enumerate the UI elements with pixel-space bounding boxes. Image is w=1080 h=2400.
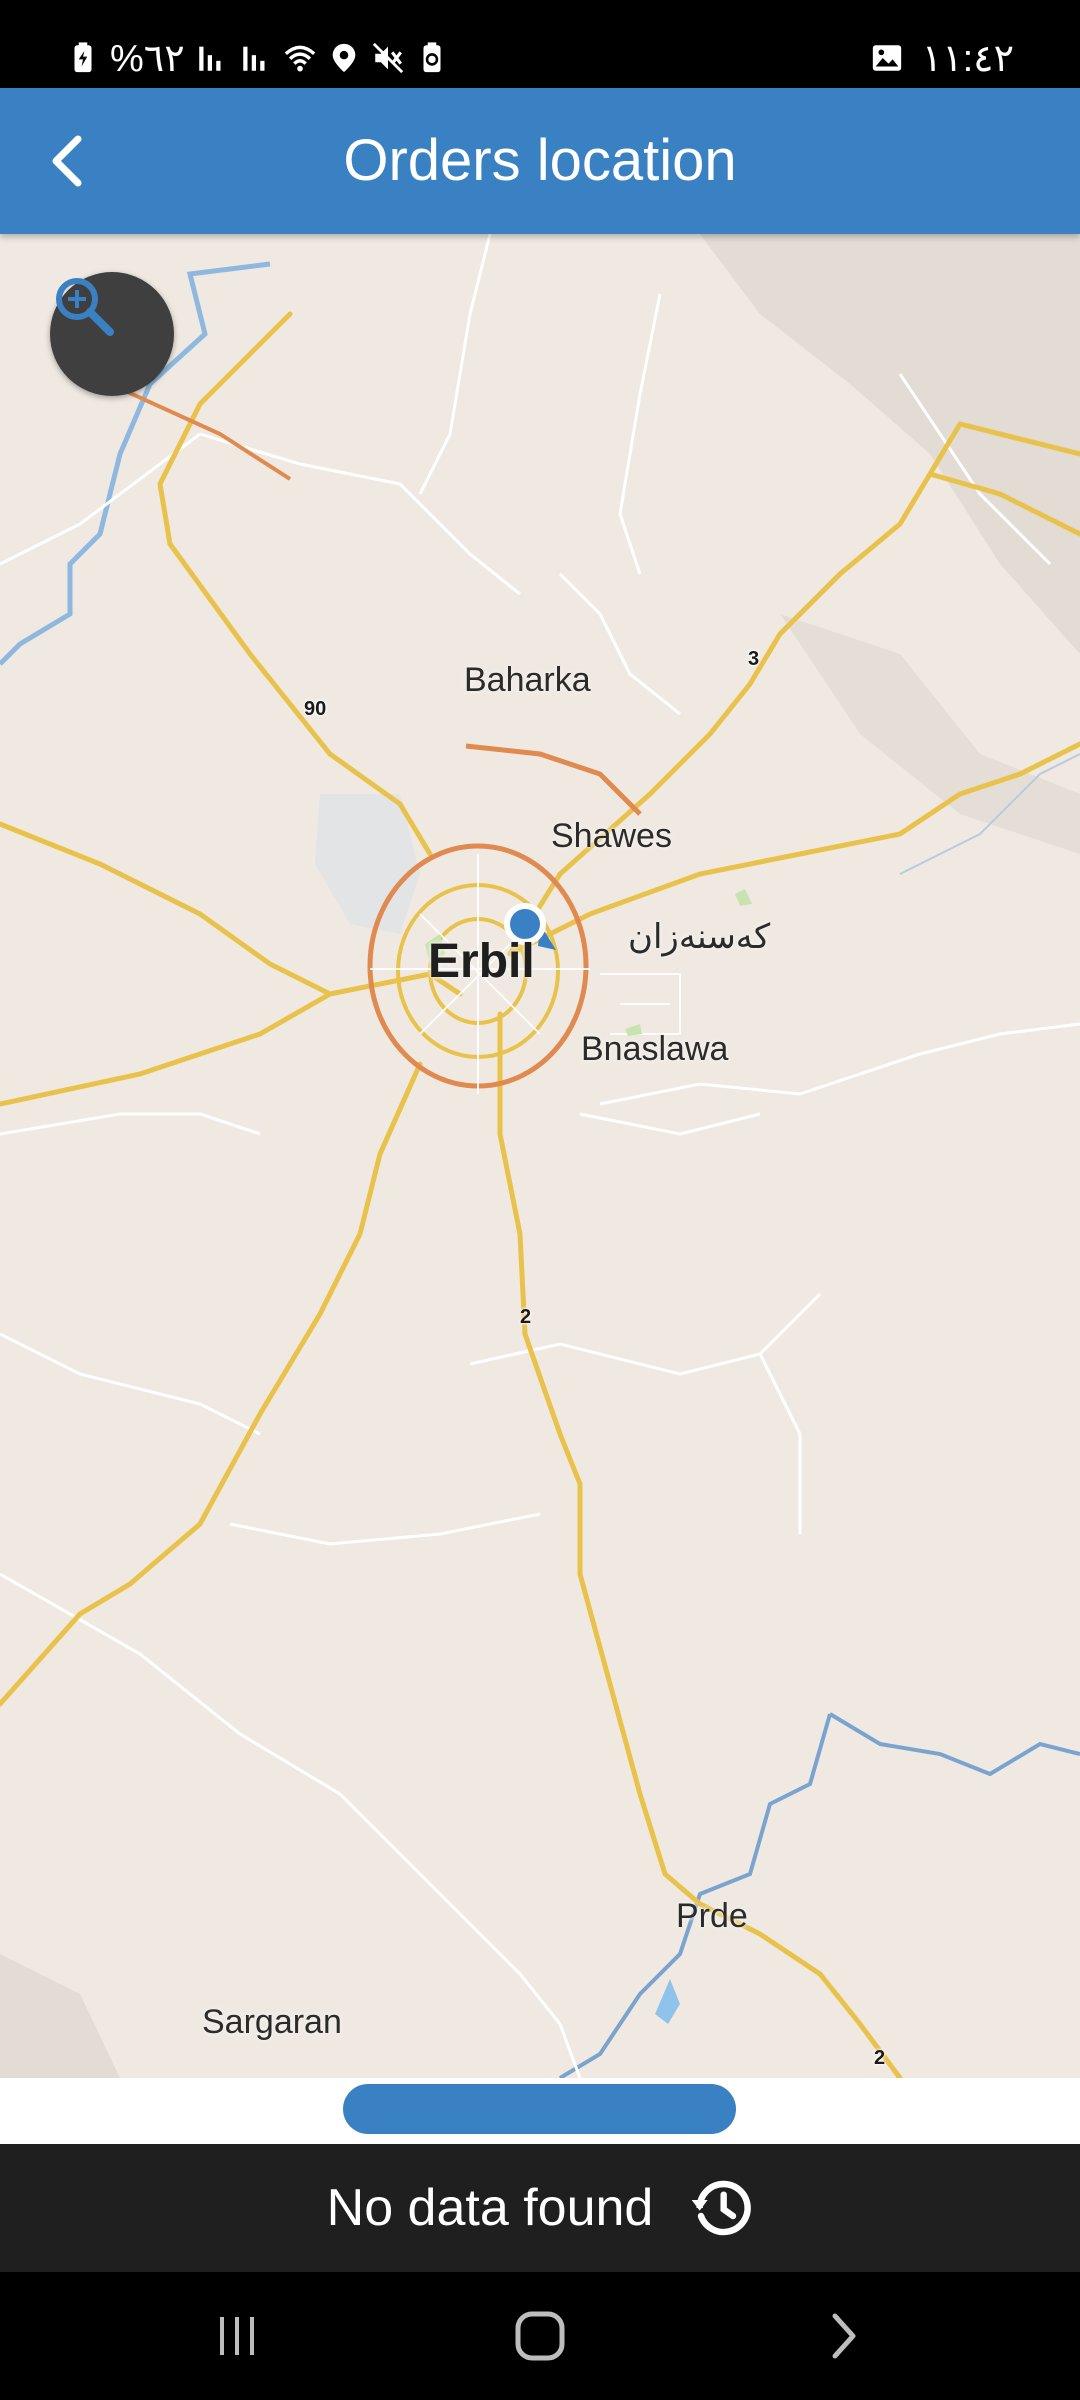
bottom-sheet-strip	[0, 2078, 1080, 2144]
map-label-sargaran: Sargaran	[202, 2003, 342, 2041]
home-icon	[515, 2311, 565, 2361]
map-label-baharka: Baharka	[464, 661, 591, 699]
gallery-icon	[872, 45, 901, 71]
nav-recents-button[interactable]	[177, 2296, 297, 2376]
battery-percent: %٦٢	[110, 37, 185, 80]
map-label-bnaslawa: Bnaslawa	[581, 1030, 729, 1068]
status-right: ١١:٤٢	[870, 34, 1014, 82]
road-number-2-south: 2	[874, 2047, 886, 2069]
app-bar: Orders location	[0, 88, 1080, 234]
mute-icon	[372, 42, 403, 74]
map-label-shawes: Shawes	[551, 817, 672, 855]
zoom-in-icon	[56, 278, 114, 336]
nav-home-button[interactable]	[480, 2296, 600, 2376]
recents-icon	[220, 2317, 254, 2355]
system-nav-bar	[0, 2272, 1080, 2400]
no-data-bar: No data found	[0, 2144, 1080, 2272]
history-icon[interactable]	[689, 2176, 753, 2240]
status-left: %٦٢	[66, 34, 449, 82]
map-view[interactable]: Baharka Shawes Erbil کەسنەزان Bnaslawa P…	[0, 234, 1080, 2078]
status-bar: %٦٢ ١١:٤٢	[0, 0, 1080, 88]
map-label-erbil: Erbil	[428, 935, 535, 988]
location-icon	[332, 43, 355, 73]
road-number-3: 3	[748, 648, 760, 670]
nav-back-icon	[832, 2313, 856, 2359]
page-title: Orders location	[343, 128, 737, 193]
clock: ١١:٤٢	[921, 37, 1014, 80]
map-label-prde: Prde	[676, 1897, 748, 1935]
road-number-90: 90	[304, 698, 327, 720]
battery-saver-icon	[423, 42, 441, 73]
map-label-kasnazan: کەسنەزان	[628, 918, 771, 956]
map-graphic	[0, 234, 1080, 2078]
nav-back-button[interactable]	[783, 2296, 903, 2376]
bottom-sheet-handle[interactable]	[343, 2084, 736, 2134]
signal-icon	[198, 46, 221, 71]
signal-icon-2	[242, 46, 265, 71]
no-data-message: No data found	[326, 2179, 654, 2237]
zoom-in-button[interactable]	[50, 272, 174, 396]
road-number-2-north: 2	[520, 1306, 532, 1328]
battery-icon	[74, 42, 92, 73]
wifi-icon	[284, 45, 315, 72]
